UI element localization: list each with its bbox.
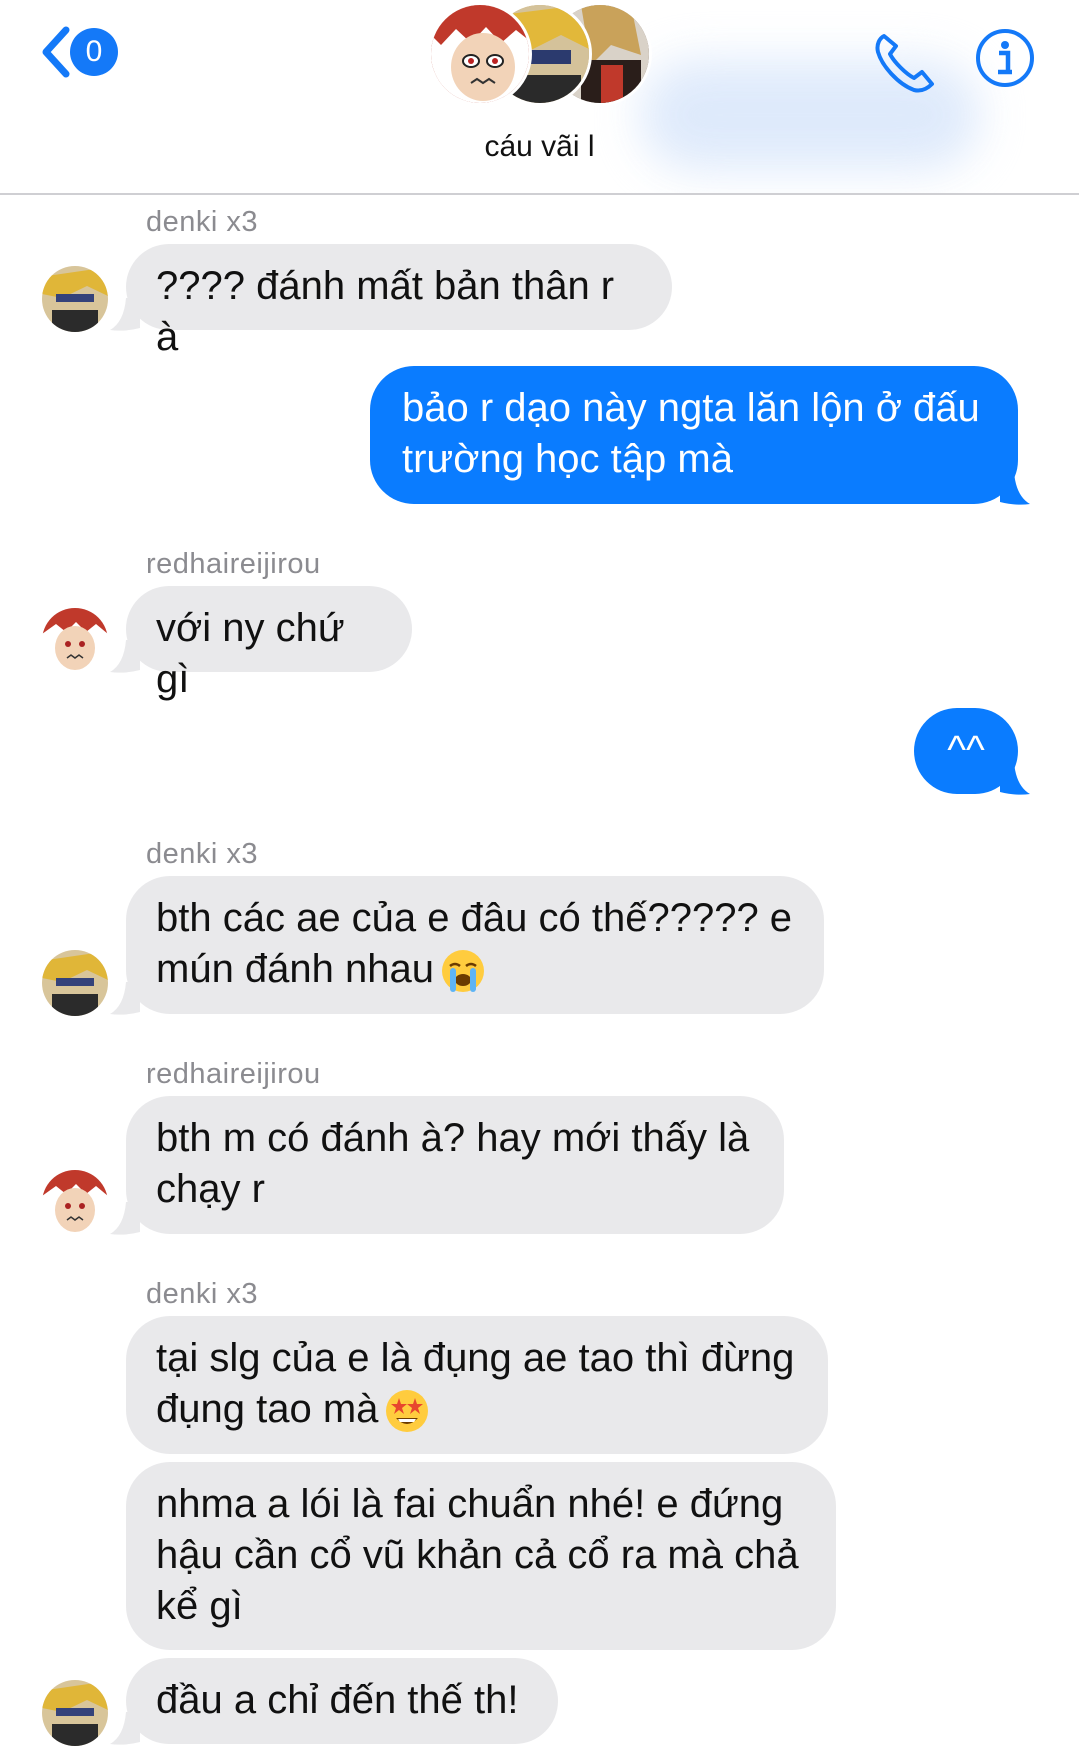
sender-name: denki x3: [146, 838, 259, 870]
message-bubble-incoming[interactable]: tại slg của e là đụng ae tao thì đừng đụ…: [126, 1316, 828, 1454]
message-text-line: chạy r: [156, 1167, 265, 1211]
message-text-line: bth các ae của e đâu có thế????? e: [156, 896, 793, 940]
avatar-denki[interactable]: [42, 950, 108, 1016]
bubble-tail: [1000, 762, 1030, 795]
message-bubble-incoming[interactable]: bth m có đánh à? hay mới thấy là chạy r: [126, 1096, 784, 1234]
message-text: ???? đánh mất bản thân r à: [156, 264, 615, 359]
message-text-line: trường học tập mà: [402, 437, 733, 481]
avatar-denki[interactable]: [42, 1680, 108, 1746]
chat-header: 0 cáu vãi l: [0, 0, 1079, 195]
message-text-line: nhma a lói là fai chuẩn nhé! e đứng: [156, 1482, 784, 1526]
message-text-line: bth m có đánh à? hay mới thấy là: [156, 1116, 750, 1160]
message-text: ^^: [947, 728, 985, 772]
sender-name: denki x3: [146, 1278, 259, 1310]
message-text-line: đụng tao mà: [156, 1387, 379, 1431]
message-text: với ny chứ gì: [156, 606, 345, 701]
chevron-left-icon: [42, 26, 70, 78]
message-text-line: mún đánh nhau: [156, 947, 435, 991]
message-bubble-incoming[interactable]: với ny chứ gì: [126, 586, 412, 701]
avatar-kirishima[interactable]: [42, 1170, 108, 1236]
message-bubble-outgoing[interactable]: bảo r dạo này ngta lăn lộn ở đấu trường …: [370, 366, 1018, 504]
sender-name: redhaireijirou: [146, 1058, 321, 1090]
bubble-tail: [110, 640, 140, 673]
bubble-tail: [110, 1712, 140, 1745]
message-bubble-incoming[interactable]: đầu a chỉ đến thế th!: [126, 1658, 558, 1744]
info-icon[interactable]: [975, 28, 1035, 88]
member-avatar-1: [428, 2, 532, 106]
group-avatars[interactable]: [428, 0, 658, 110]
bubble-tail: [110, 982, 140, 1015]
message-bubble-incoming[interactable]: bth các ae của e đâu có thế????? e mún đ…: [126, 876, 824, 1014]
bubble-tail: [110, 298, 140, 331]
bubble-tail: [110, 1202, 140, 1235]
message-text-line: bảo r dạo này ngta lăn lộn ở đấu: [402, 386, 980, 430]
star-struck-face-icon: [386, 1390, 429, 1433]
loudly-crying-face-icon: [442, 950, 485, 993]
message-text-line: hậu cần cổ vũ khản cả cổ ra mà chả: [156, 1533, 799, 1577]
avatar-kirishima[interactable]: [42, 608, 108, 674]
message-bubble-incoming[interactable]: nhma a lói là fai chuẩn nhé! e đứng hậu …: [126, 1462, 836, 1650]
message-text-line: tại slg của e là đụng ae tao thì đừng: [156, 1336, 795, 1380]
phone-icon[interactable]: [870, 28, 940, 98]
bubble-tail: [1000, 472, 1030, 505]
avatar-denki[interactable]: [42, 266, 108, 332]
sender-name: denki x3: [146, 206, 259, 238]
message-bubble-incoming[interactable]: ???? đánh mất bản thân r à: [126, 244, 672, 359]
back-button[interactable]: 0: [38, 24, 118, 80]
sender-name: redhaireijirou: [146, 548, 321, 580]
unread-count-badge: 0: [70, 28, 118, 76]
group-name[interactable]: cáu vãi l: [0, 130, 1079, 164]
message-text: đầu a chỉ đến thế th!: [156, 1678, 519, 1722]
message-text-line: kể gì: [156, 1584, 243, 1628]
